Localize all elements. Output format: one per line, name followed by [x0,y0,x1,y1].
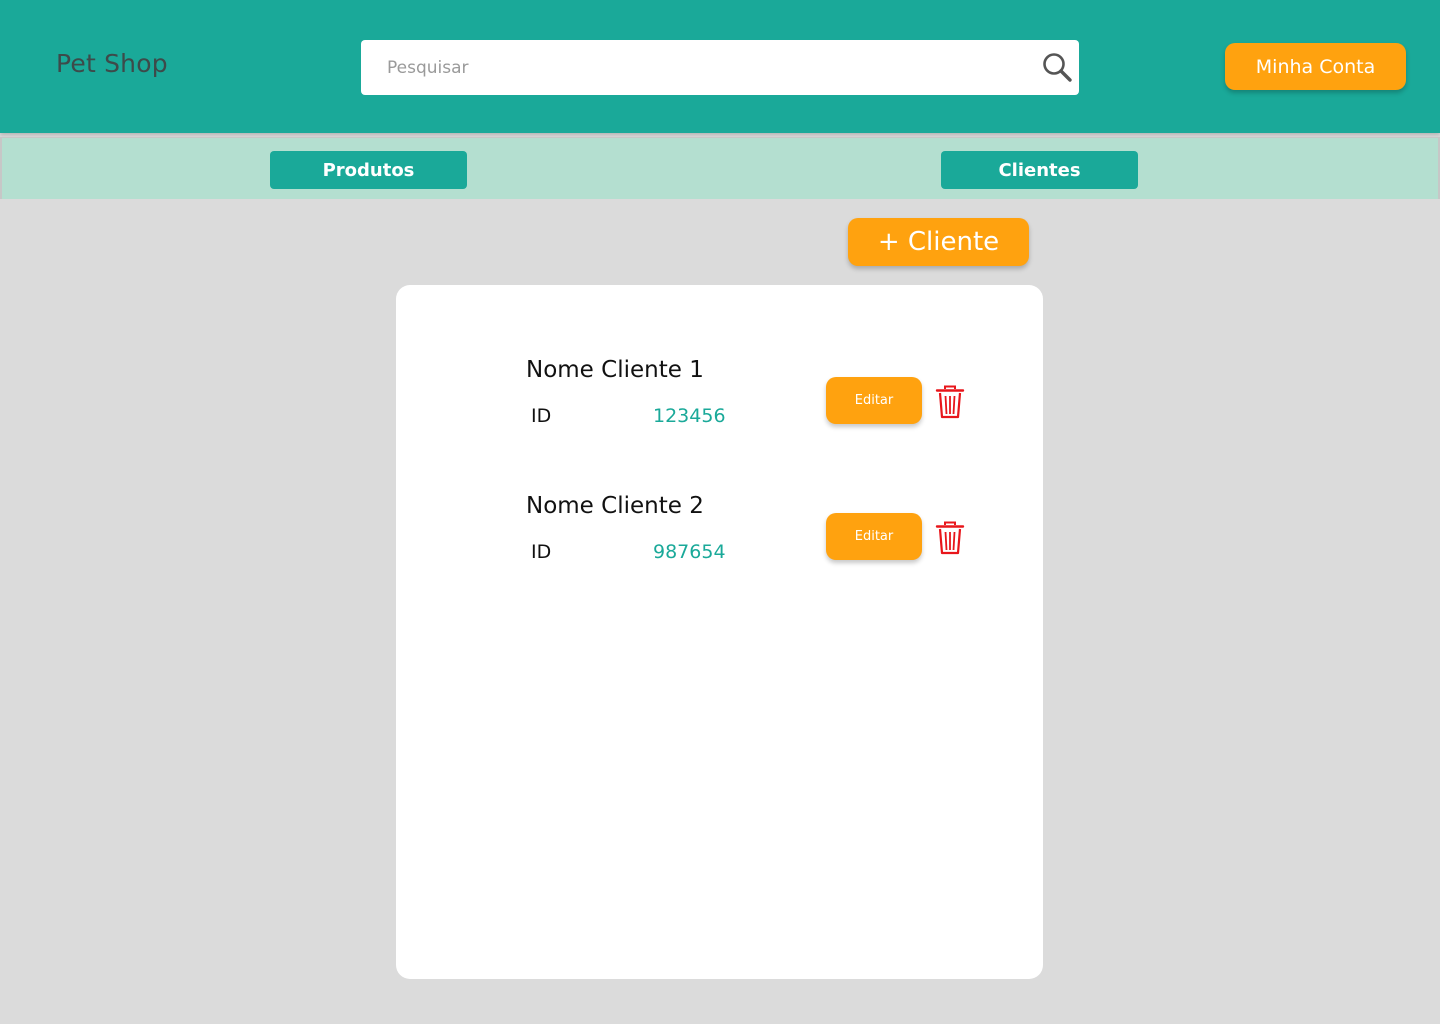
edit-client-button[interactable]: Editar [826,377,922,424]
client-item: Nome Cliente 1 ID 123456 Editar [396,357,1043,457]
client-id-value: 123456 [653,405,726,427]
search-icon[interactable] [1041,51,1073,83]
search-bar [361,40,1079,95]
edit-client-button[interactable]: Editar [826,513,922,560]
client-item: Nome Cliente 2 ID 987654 Editar [396,493,1043,593]
search-input[interactable] [361,40,1021,95]
nav-bar: Produtos Clientes [0,137,1440,199]
trash-icon[interactable] [935,385,965,419]
client-id-value: 987654 [653,541,726,563]
client-id-label: ID [531,541,552,563]
top-header: Pet Shop Minha Conta [0,0,1440,133]
client-id-label: ID [531,405,552,427]
tab-produtos[interactable]: Produtos [270,151,467,189]
client-list-card: Nome Cliente 1 ID 123456 Editar Nome Cli… [396,285,1043,979]
my-account-button[interactable]: Minha Conta [1225,43,1406,90]
trash-icon[interactable] [935,521,965,555]
tab-clientes[interactable]: Clientes [941,151,1138,189]
client-name: Nome Cliente 1 [526,357,704,383]
add-client-button[interactable]: + Cliente [848,218,1029,266]
app-logo: Pet Shop [56,49,168,78]
client-name: Nome Cliente 2 [526,493,704,519]
